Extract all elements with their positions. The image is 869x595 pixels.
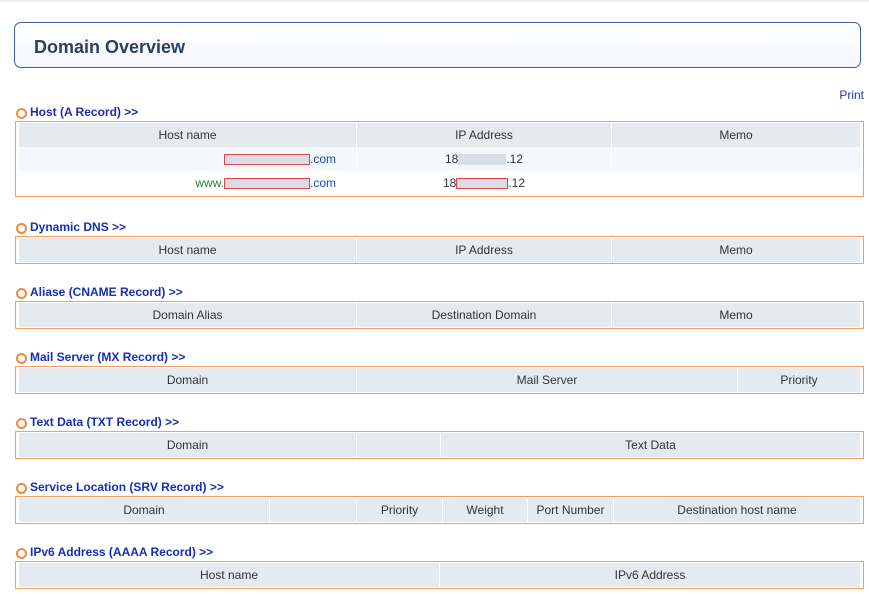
bullet-icon [16,223,27,234]
memo-cell [612,147,860,171]
a-record-table: Host name IP Address Memo .com 18.12 www… [18,123,861,195]
section-aaaa: IPv6 Address (AAAA Record) >> Host name … [15,545,864,589]
ip-suffix: .12 [508,176,526,190]
a-record-table-box: Host name IP Address Memo .com 18.12 www… [15,121,864,197]
ip-suffix: .12 [506,152,524,166]
aaaa-table: Host name IPv6 Address [18,563,861,587]
section-header: Service Location (SRV Record) >> [15,480,864,496]
col-priority: Priority [738,368,860,392]
bullet-icon [16,353,27,364]
aaaa-table-box: Host name IPv6 Address [15,561,864,589]
ip-prefix: 18 [444,152,459,166]
redacted-block [456,178,509,190]
col-weight: Weight [443,498,527,522]
col-memo: Memo [612,238,860,262]
col-host-name: Host name [19,123,356,147]
bullet-icon [16,418,27,429]
col-memo: Memo [612,303,860,327]
cname-table: Domain Alias Destination Domain Memo [18,303,861,327]
mx-table-box: Domain Mail Server Priority [15,366,864,394]
host-suffix: .com [309,152,336,166]
host-name-cell: .com [19,147,356,171]
col-text-data: Text Data [441,433,860,457]
section-header: Host (A Record) >> [15,105,864,121]
col-port-number: Port Number [528,498,613,522]
col-domain-alias: Domain Alias [19,303,356,327]
col-ip-address: IP Address [357,123,611,147]
col-domain: Domain [19,368,356,392]
cname-table-box: Domain Alias Destination Domain Memo [15,301,864,329]
section-title-a-record[interactable]: Host (A Record) >> [30,105,138,119]
bullet-icon [16,108,27,119]
bullet-icon [16,483,27,494]
col-destination-host-name: Destination host name [614,498,860,522]
col-host-name: Host name [19,238,356,262]
mx-table: Domain Mail Server Priority [18,368,861,392]
host-name-cell: www. .com [19,171,356,195]
section-header: Text Data (TXT Record) >> [15,415,864,431]
table-row: .com 18.12 [19,147,860,171]
section-title-srv[interactable]: Service Location (SRV Record) >> [30,480,224,494]
section-mx: Mail Server (MX Record) >> Domain Mail S… [15,350,864,394]
bullet-icon [16,288,27,299]
print-link[interactable]: Print [839,88,864,102]
host-suffix: .com [309,176,336,190]
section-srv: Service Location (SRV Record) >> Domain … [15,480,864,524]
section-a-record: Host (A Record) >> Host name IP Address … [15,105,864,197]
ip-prefix: 18 [442,176,457,190]
redacted-block [223,154,310,166]
txt-table: Domain Text Data [18,433,861,457]
col-domain: Domain [19,433,356,457]
section-header: Dynamic DNS >> [15,220,864,236]
ip-cell: 18.12 [357,171,611,195]
dynamic-dns-table: Host name IP Address Memo [18,238,861,262]
host-prefix: www. [195,176,224,190]
txt-table-box: Domain Text Data [15,431,864,459]
section-header: Aliase (CNAME Record) >> [15,285,864,301]
col-domain: Domain [19,498,269,522]
section-title-aaaa[interactable]: IPv6 Address (AAAA Record) >> [30,545,213,559]
section-cname: Aliase (CNAME Record) >> Domain Alias De… [15,285,864,329]
redacted-block [458,154,507,166]
col-ip-address: IP Address [357,238,611,262]
col-ipv6-address: IPv6 Address [440,563,860,587]
table-row: www. .com 18.12 [19,171,860,195]
col-host-name: Host name [19,563,439,587]
col-mail-server: Mail Server [357,368,737,392]
page-header: Domain Overview [14,22,861,68]
col-priority: Priority [357,498,442,522]
srv-table: Domain Priority Weight Port Number Desti… [18,498,861,522]
section-header: Mail Server (MX Record) >> [15,350,864,366]
srv-table-box: Domain Priority Weight Port Number Desti… [15,496,864,524]
section-title-mx[interactable]: Mail Server (MX Record) >> [30,350,185,364]
col-blank [357,433,440,457]
bullet-icon [16,548,27,559]
section-title-txt[interactable]: Text Data (TXT Record) >> [30,415,179,429]
col-blank [270,498,356,522]
section-title-dynamic-dns[interactable]: Dynamic DNS >> [30,220,126,234]
redacted-block [223,178,310,190]
top-border [0,0,869,2]
col-destination-domain: Destination Domain [357,303,611,327]
section-dynamic-dns: Dynamic DNS >> Host name IP Address Memo [15,220,864,264]
page-title: Domain Overview [34,37,186,57]
section-title-cname[interactable]: Aliase (CNAME Record) >> [30,285,183,299]
memo-cell [612,171,860,195]
col-memo: Memo [612,123,860,147]
section-header: IPv6 Address (AAAA Record) >> [15,545,864,561]
section-txt: Text Data (TXT Record) >> Domain Text Da… [15,415,864,459]
dynamic-dns-table-box: Host name IP Address Memo [15,236,864,264]
ip-cell: 18.12 [357,147,611,171]
